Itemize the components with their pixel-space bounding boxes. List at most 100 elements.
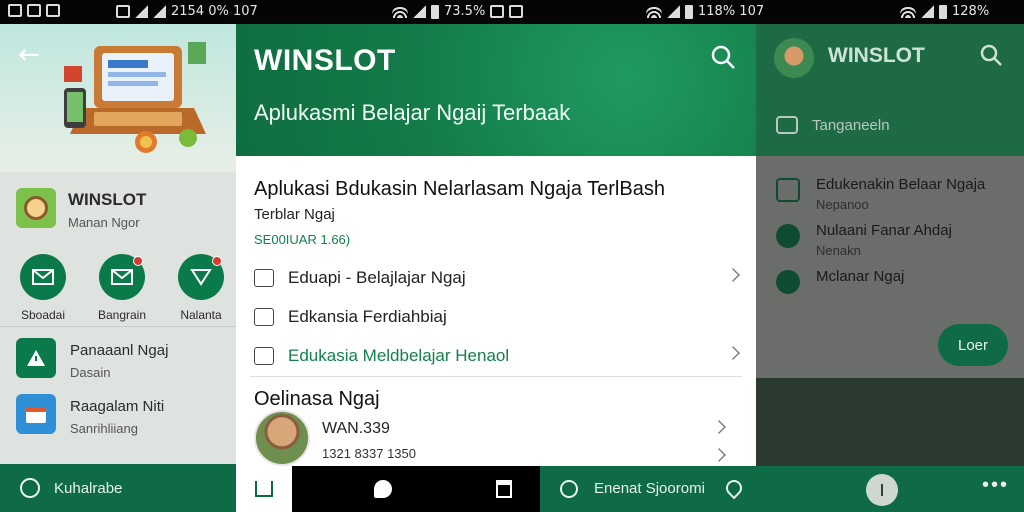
list-item-subtitle: Nepanoo — [816, 197, 869, 212]
home-icon — [255, 481, 273, 497]
search-icon[interactable] — [708, 42, 738, 72]
list-item[interactable]: Nulaani Fanar Ahdaj Nenakn — [776, 222, 952, 258]
status-right-mid-text: 118% 107 — [698, 4, 765, 19]
screenshot-collage: 2154 0% 107 73.5% 118% 107 128% ← WINSLO… — [0, 0, 1024, 512]
chevron-right-icon — [726, 346, 740, 360]
left-header-illustration-area: ← — [0, 24, 236, 172]
signal-icon-2 — [153, 5, 166, 18]
list-item-subtitle: Nenakn — [816, 243, 861, 258]
lock-icon — [490, 5, 505, 18]
app-tagline: Terblar Ngaj — [254, 206, 335, 223]
list-item-title: Panaaanl Ngaj — [70, 342, 169, 359]
category-item[interactable]: Sboadai — [12, 254, 74, 322]
list-item-title: Edukenakin Belaar Ngaja — [816, 176, 986, 193]
status-right-cluster: 128% — [900, 4, 989, 19]
image-icon — [254, 347, 274, 365]
status-bar: 2154 0% 107 73.5% 118% 107 128% — [0, 0, 1024, 24]
category-item[interactable]: Bangrain — [91, 254, 153, 322]
cast-icon — [509, 5, 524, 18]
info-icon — [881, 484, 883, 496]
menu-row-label: Edkansia Ferdiahbiaj — [288, 307, 447, 326]
user-phone: 1321 8337 1350 — [322, 446, 416, 461]
back-arrow-icon[interactable]: ← — [18, 42, 44, 68]
search-icon[interactable] — [560, 480, 578, 498]
menu-row-label: Eduapi - Belajlajar Ngaj — [288, 268, 466, 287]
chevron-right-icon — [712, 448, 726, 462]
main-header: WINSLOT Aplukasmi Belajar Ngaij Terbaak — [236, 24, 756, 156]
user-row[interactable]: WAN.339 1321 8337 1350 — [254, 410, 744, 466]
list-item[interactable]: Raagalam Niti Sanrihliiang — [0, 386, 236, 442]
wifi-icon-2 — [646, 5, 662, 18]
list-item-subtitle: Sanrihliiang — [70, 421, 138, 436]
main-phone-panel: WINSLOT Aplukasmi Belajar Ngaij Terbaak … — [236, 24, 756, 466]
left-bottom-label: Kuhalrabe — [54, 479, 123, 497]
app-detail-title: Aplukasi Bdukasin Nelarlasam Ngaja TerlB… — [254, 178, 665, 200]
category-label: Bangrain — [97, 308, 147, 322]
status-mid-cluster: 73.5% — [392, 4, 524, 19]
user-name: WAN.339 — [322, 420, 390, 437]
battery-icon — [431, 4, 439, 19]
divider — [250, 376, 742, 377]
send-icon — [178, 254, 224, 300]
category-label: Nalanta — [180, 308, 222, 322]
mail-icon — [20, 254, 66, 300]
signal-icon-5 — [921, 5, 934, 18]
category-label: Sboadai — [20, 308, 66, 322]
warning-icon — [16, 338, 56, 378]
chat-nav-icon[interactable] — [374, 480, 392, 498]
status-left-text: 2154 0% 107 — [171, 4, 258, 19]
folder-icon — [254, 269, 274, 287]
status-right-text: 128% — [952, 4, 990, 19]
list-item[interactable]: Mclanar Ngaj — [776, 268, 904, 294]
list-item-title: Raagalam Niti — [70, 398, 165, 415]
avatar — [254, 410, 310, 466]
search-icon[interactable] — [978, 42, 1004, 68]
status-left-cluster: 2154 0% 107 — [116, 4, 258, 19]
bookmark-nav-icon[interactable] — [496, 480, 512, 498]
gallery-icon — [27, 4, 41, 17]
main-brand-title: WINSLOT — [254, 44, 396, 77]
home-nav-button[interactable] — [236, 466, 292, 512]
screenshot-icon — [116, 5, 130, 18]
menu-row[interactable]: Edukasia Meldbelajar Henaol — [254, 338, 740, 374]
app-icon — [46, 4, 60, 17]
status-icons-left — [8, 4, 60, 17]
battery-icon-2 — [685, 4, 693, 19]
notification-icon — [8, 4, 22, 17]
chevron-right-icon — [712, 420, 726, 434]
compass-icon — [20, 478, 40, 498]
signal-icon-4 — [667, 5, 680, 18]
battery-icon-3 — [939, 4, 947, 19]
bottom-search-label[interactable]: Enenat Sjooromi — [594, 480, 705, 497]
list-item[interactable]: Panaaanl Ngaj Dasain — [0, 330, 236, 386]
list-item[interactable]: Edukenakin Belaar Ngaja Nepanoo — [776, 176, 985, 212]
flower-icon — [776, 270, 800, 294]
chat-icon — [776, 116, 798, 134]
list-item-title: Mclanar Ngaj — [816, 268, 905, 285]
left-app-info: WINSLOT Manan Ngor — [16, 188, 146, 230]
chevron-right-icon — [726, 268, 740, 282]
leaf-icon — [776, 224, 800, 248]
menu-row[interactable]: Edkansia Ferdiahbiaj — [254, 299, 740, 335]
left-bottom-bar[interactable]: Kuhalrabe — [0, 464, 236, 512]
laptop-illustration — [64, 42, 206, 153]
avatar[interactable] — [774, 38, 814, 78]
app-version: SE00IUAR 1.66) — [254, 232, 351, 247]
right-header: WINSLOT Tanganeeln — [756, 24, 1024, 156]
location-icon[interactable] — [722, 476, 746, 500]
square-icon — [776, 178, 800, 202]
left-app-subtitle: Manan Ngor — [68, 215, 140, 230]
right-brand-title: WINSLOT — [828, 44, 925, 67]
right-lower-area — [756, 378, 1024, 466]
app-logo-icon — [16, 188, 56, 228]
category-item[interactable]: Nalanta — [170, 254, 232, 322]
right-field[interactable]: Tanganeeln — [776, 116, 890, 134]
load-button[interactable]: Loer — [938, 324, 1008, 366]
menu-row-label: Edukasia Meldbelajar Henaol — [288, 346, 510, 365]
menu-row[interactable]: Eduapi - Belajlajar Ngaj — [254, 260, 740, 296]
divider — [0, 326, 236, 327]
signal-icon-3 — [413, 5, 426, 18]
more-options-icon[interactable]: ••• — [982, 474, 1009, 497]
info-button[interactable] — [866, 474, 898, 506]
category-row: Sboadai Bangrain Nalanta — [12, 254, 232, 322]
